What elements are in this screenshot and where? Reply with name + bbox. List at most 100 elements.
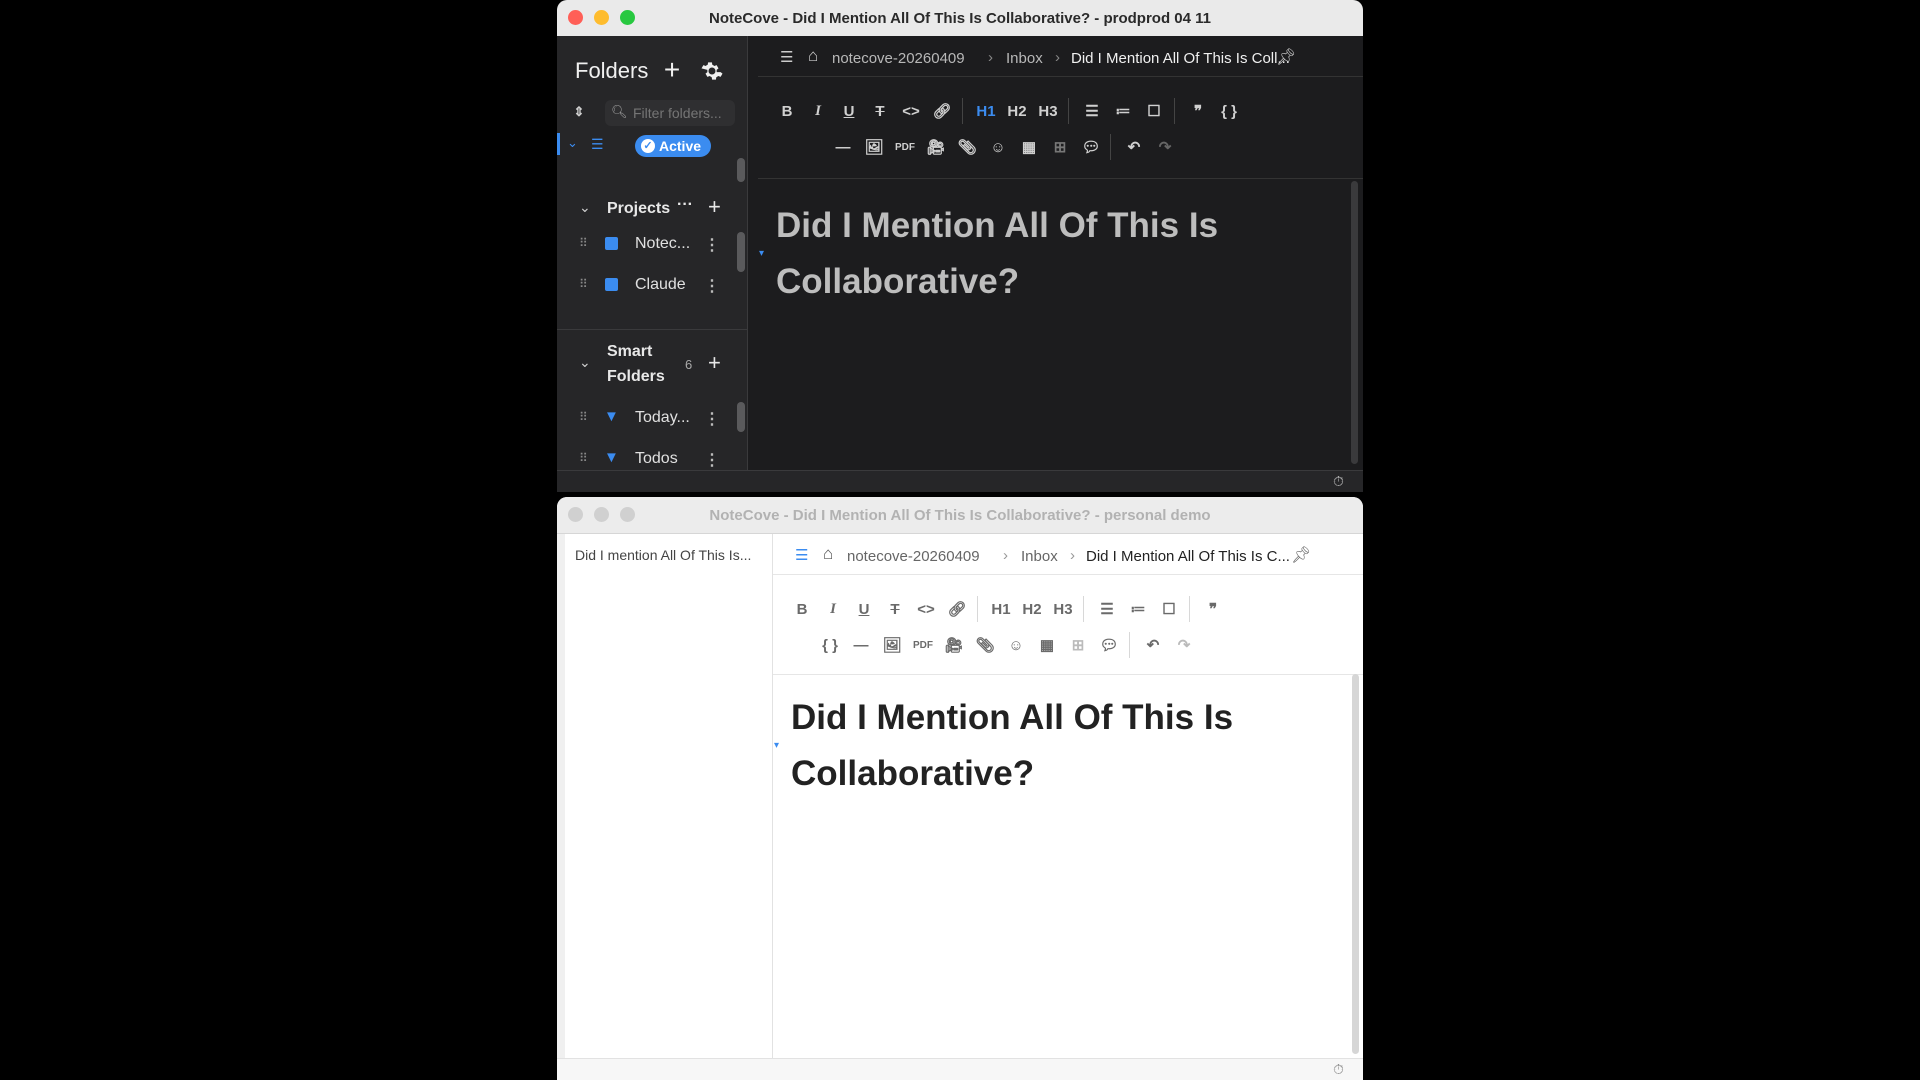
link-button[interactable]: 🔗︎ [929,98,955,124]
note-title-line2[interactable]: Collaborative? [791,746,1034,802]
insert-table-button[interactable]: ▦ [1034,632,1060,658]
active-profile-row[interactable]: ⌄ ☰ ✓ Active [557,133,747,157]
add-comment-button[interactable]: ⊞ [1047,134,1073,160]
heading3-button[interactable]: H3 [1050,596,1076,622]
breadcrumb-root[interactable]: notecove-20260409 [832,50,965,67]
projects-more-icon[interactable]: ··· [677,196,693,214]
project-menu-icon[interactable]: ⋮ [704,235,720,255]
project-item[interactable]: ⠿ Notec... ⋮ [557,232,727,258]
breadcrumb-folder[interactable]: Inbox [1006,50,1043,67]
zoom-window-button[interactable] [620,10,635,25]
note-title-line2[interactable]: Collaborative? [776,254,1019,310]
underline-button[interactable]: U [851,596,877,622]
add-folder-button[interactable]: + [659,54,685,85]
numbered-list-button[interactable]: ≔ [1125,596,1151,622]
heading2-button[interactable]: H2 [1019,596,1045,622]
drag-handle-icon[interactable]: ⠿ [579,451,588,465]
editor-scrollbar[interactable] [1351,181,1358,464]
zoom-window-button[interactable] [620,507,635,522]
heading1-button[interactable]: H1 [973,98,999,124]
code-block-button[interactable]: { } [1216,98,1242,124]
projects-chevron-down-icon[interactable]: ⌄ [579,199,591,216]
inline-code-button[interactable]: <> [913,596,939,622]
title-bar[interactable]: NoteCove - Did I Mention All Of This Is … [557,497,1363,534]
sidebar-scrollbar[interactable] [737,158,745,182]
smart-folder-menu-icon[interactable]: ⋮ [704,409,720,429]
quote-button[interactable]: ❞ [1185,98,1211,124]
italic-button[interactable]: I [820,596,846,622]
close-window-button[interactable] [568,10,583,25]
breadcrumb-root[interactable]: notecove-20260409 [847,548,980,565]
toggle-sidebar-icon[interactable]: ☰ [795,546,808,564]
timer-icon[interactable]: ⏱︎ [1333,473,1344,490]
home-icon[interactable]: ⌂ [808,46,818,66]
bold-button[interactable]: B [789,596,815,622]
insert-image-button[interactable]: 🖼︎ [861,134,887,160]
insert-video-button[interactable]: 🎥︎ [923,134,949,160]
inline-code-button[interactable]: <> [898,98,924,124]
bold-button[interactable]: B [774,98,800,124]
note-list-item[interactable]: Did I mention All Of This Is... [575,547,751,563]
checkbox-button[interactable]: ☐ [1156,596,1182,622]
filter-folders-box[interactable]: 🔍︎ [605,100,735,126]
title-bar[interactable]: NoteCove - Did I Mention All Of This Is … [557,0,1363,36]
strikethrough-button[interactable]: T [867,98,893,124]
timer-icon[interactable]: ⏱︎ [1333,1061,1344,1078]
attach-file-button[interactable]: 📎︎ [954,134,980,160]
underline-button[interactable]: U [836,98,862,124]
checkbox-button[interactable]: ☐ [1141,98,1167,124]
horizontal-rule-button[interactable]: — [830,134,856,160]
redo-button[interactable]: ↷ [1152,134,1178,160]
pin-icon[interactable]: 📌︎ [1291,545,1311,565]
drag-handle-icon[interactable]: ⠿ [579,410,588,424]
undo-button[interactable]: ↶ [1121,134,1147,160]
bullet-list-button[interactable]: ☰ [1079,98,1105,124]
italic-button[interactable]: I [805,98,831,124]
smart-folders-chevron-down-icon[interactable]: ⌄ [579,354,591,371]
link-button[interactable]: 🔗︎ [944,596,970,622]
minimize-window-button[interactable] [594,507,609,522]
emoji-button[interactable]: ☺ [1003,632,1029,658]
code-block-button[interactable]: { } [817,632,843,658]
drag-handle-icon[interactable]: ⠿ [579,277,588,291]
settings-button[interactable] [699,58,725,84]
insert-pdf-button[interactable]: PDF [892,134,918,160]
comments-button[interactable]: 💬︎ [1078,134,1104,160]
pin-icon[interactable]: 📌︎ [1276,47,1296,67]
active-badge[interactable]: ✓ Active [635,135,712,157]
add-comment-button[interactable]: ⊞ [1065,632,1091,658]
project-item[interactable]: ⠿ Claude ⋮ [557,273,727,299]
close-window-button[interactable] [568,507,583,522]
undo-button[interactable]: ↶ [1140,632,1166,658]
add-project-button[interactable]: + [708,194,721,220]
comments-button[interactable]: 💬︎ [1096,632,1122,658]
horizontal-rule-button[interactable]: — [848,632,874,658]
chevron-down-icon[interactable]: ⌄ [567,135,578,151]
editor-scrollbar[interactable] [1352,674,1359,1054]
drag-handle-icon[interactable]: ⠿ [579,236,588,250]
add-smart-folder-button[interactable]: + [708,350,721,376]
attach-file-button[interactable]: 📎︎ [972,632,998,658]
insert-pdf-button[interactable]: PDF [910,632,936,658]
strikethrough-button[interactable]: T [882,596,908,622]
emoji-button[interactable]: ☺ [985,134,1011,160]
smart-folder-item[interactable]: ⠿ ▼ Today... ⋮ [557,406,727,432]
insert-image-button[interactable]: 🖼︎ [879,632,905,658]
collapse-all-icon[interactable]: ⇕ [571,102,587,122]
smart-folders-scrollbar[interactable] [737,402,745,432]
note-title-line1[interactable]: Did I Mention All Of This Is [791,690,1233,746]
insert-table-button[interactable]: ▦ [1016,134,1042,160]
heading1-button[interactable]: H1 [988,596,1014,622]
breadcrumb-folder[interactable]: Inbox [1021,548,1058,565]
note-title-line1[interactable]: Did I Mention All Of This Is [776,198,1218,254]
redo-button[interactable]: ↷ [1171,632,1197,658]
quote-button[interactable]: ❞ [1200,596,1226,622]
smart-folder-menu-icon[interactable]: ⋮ [704,450,720,470]
bullet-list-button[interactable]: ☰ [1094,596,1120,622]
minimize-window-button[interactable] [594,10,609,25]
toggle-sidebar-icon[interactable]: ☰ [780,48,793,66]
projects-scrollbar[interactable] [737,232,745,272]
heading3-button[interactable]: H3 [1035,98,1061,124]
home-icon[interactable]: ⌂ [823,544,833,564]
numbered-list-button[interactable]: ≔ [1110,98,1136,124]
